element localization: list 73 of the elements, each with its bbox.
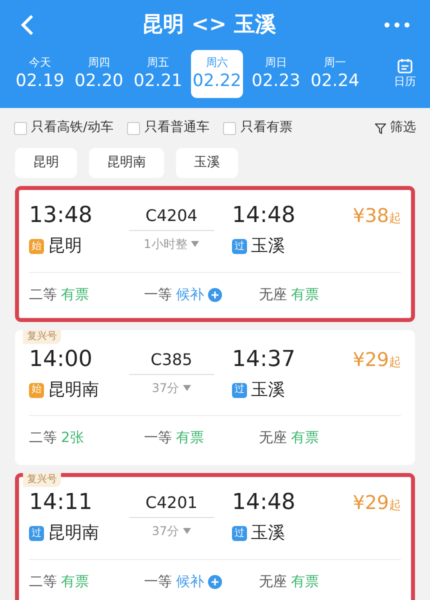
seat-class: 二等 (29, 429, 57, 448)
departure-station: 昆明南 (48, 378, 99, 402)
seat-class: 一等 (144, 572, 172, 592)
seat-class: 一等 (144, 429, 172, 448)
seat-class: 一等 (144, 286, 172, 304)
checkbox[interactable] (223, 122, 236, 134)
checkbox[interactable] (127, 122, 140, 134)
seat-status: 有票 (61, 286, 89, 304)
filter-button[interactable]: 筛选 (375, 118, 416, 138)
seat-class: 二等 (29, 286, 57, 304)
station-tag: 过 (29, 526, 44, 542)
seat-class: 无座 (259, 286, 287, 304)
station-chip[interactable]: 昆明 (15, 148, 77, 178)
seat-status: 有票 (291, 286, 319, 304)
station-tag: 始 (29, 382, 44, 398)
duration: 1小时整 (144, 236, 188, 253)
seat-status: 候补 (176, 286, 204, 304)
arrival-station: 玉溪 (251, 378, 285, 402)
station-tag: 过 (232, 526, 247, 542)
price: ¥29 (352, 348, 389, 372)
price-suffix: 起 (389, 497, 401, 514)
arrival-time: 14:48 (232, 202, 296, 230)
arrival-station: 玉溪 (251, 522, 285, 545)
departure-time: 14:00 (29, 346, 94, 374)
train-card[interactable]: 13:48 始 昆明 C4204 1小时整 14:48 过 玉溪 ¥38起 二等 有票 一等 候补 无座 有票 (15, 186, 415, 322)
arrival-time: 14:37 (232, 346, 296, 374)
seat-class: 无座 (259, 429, 287, 448)
station-tag: 始 (29, 239, 44, 254)
seat-class: 二等 (29, 572, 57, 592)
caret-icon[interactable] (191, 241, 200, 247)
arrival-station: 玉溪 (251, 235, 285, 258)
seat-status: 有票 (61, 572, 89, 592)
train-card[interactable]: 复兴号 14:11 过 昆明南 C4201 37分 14:48 过 玉溪 ¥29起 二等 有票 一等 候补 无座 有票 (15, 473, 415, 600)
departure-station: 昆明南 (48, 522, 99, 545)
filter-label: 只看普通车 (144, 118, 210, 138)
funnel-icon (375, 122, 386, 134)
price-suffix: 起 (389, 210, 401, 227)
caret-icon[interactable] (183, 528, 192, 534)
train-badge: 复兴号 (23, 330, 61, 344)
seat-status: 2张 (61, 429, 84, 448)
more-icon[interactable] (384, 22, 410, 28)
train-card[interactable]: 复兴号 14:00 始 昆明南 C385 37分 14:37 过 玉溪 ¥29起 二等 2张 一等 有票 无座 有票 (15, 330, 415, 465)
duration: 37分 (152, 523, 180, 540)
filter-label: 只看有票 (240, 119, 292, 138)
departure-time: 14:11 (29, 489, 94, 517)
checkbox[interactable] (14, 122, 27, 134)
seat-status: 有票 (176, 429, 204, 448)
caret-icon[interactable] (183, 384, 192, 390)
seat-status: 候补 (176, 572, 204, 592)
plus-icon[interactable] (208, 288, 222, 302)
page-title: 昆明 <> 玉溪 (141, 11, 277, 38)
seat-status: 有票 (291, 572, 319, 592)
plus-icon[interactable] (208, 575, 222, 589)
station-tag: 过 (232, 382, 247, 398)
price: ¥38 (352, 204, 389, 229)
station-tag: 过 (232, 239, 247, 254)
price-suffix: 起 (389, 354, 401, 370)
seat-class: 无座 (259, 572, 287, 592)
seat-status: 有票 (291, 429, 319, 448)
back-icon[interactable] (20, 14, 34, 36)
station-chip[interactable]: 昆明南 (89, 148, 164, 178)
arrival-time: 14:48 (232, 489, 296, 517)
calendar-icon (397, 58, 413, 74)
train-number: C4201 (129, 489, 214, 518)
departure-station: 昆明 (48, 235, 82, 258)
train-number: C4204 (129, 202, 214, 231)
filter-label: 只看高铁/动车 (31, 119, 114, 138)
duration: 37分 (152, 380, 180, 396)
train-badge: 复兴号 (23, 473, 61, 487)
price: ¥29 (352, 491, 389, 516)
station-chip[interactable]: 玉溪 (176, 148, 238, 178)
departure-time: 13:48 (29, 202, 94, 230)
train-number: C385 (129, 346, 214, 374)
